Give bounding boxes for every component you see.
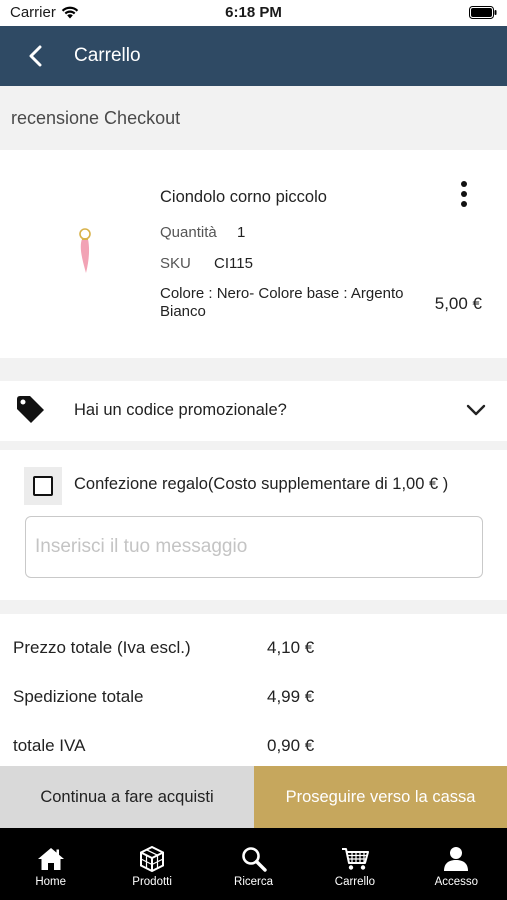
product-variant: Colore : Nero- Colore base : Argento Bia… bbox=[160, 285, 404, 320]
total-row: totale IVA 0,90 € bbox=[0, 736, 507, 766]
status-bar: Carrier 6:18 PM bbox=[0, 0, 507, 26]
chevron-left-icon bbox=[29, 45, 42, 67]
gift-wrap-section: Confezione regalo(Costo supplementare di… bbox=[0, 450, 507, 600]
back-button[interactable] bbox=[0, 26, 74, 86]
tab-bar: Home Prodotti Ricerca Carrello Accesso bbox=[0, 828, 507, 900]
tab-label: Accesso bbox=[434, 876, 479, 888]
promo-code-toggle[interactable]: Hai un codice promozionale? bbox=[0, 381, 507, 441]
cart-item: Ciondolo corno piccolo Quantità 1 SKU CI… bbox=[0, 150, 507, 358]
tab-cart[interactable]: Carrello bbox=[304, 828, 405, 900]
total-label: Spedizione totale bbox=[13, 687, 144, 706]
tab-home[interactable]: Home bbox=[0, 828, 101, 900]
tag-icon bbox=[17, 396, 44, 423]
nav-header: Carrello bbox=[0, 26, 507, 86]
home-icon bbox=[37, 848, 64, 870]
action-bar: Continua a fare acquisti Proseguire vers… bbox=[0, 766, 507, 828]
cube-icon bbox=[140, 846, 165, 872]
checkbox-box bbox=[33, 476, 53, 496]
cart-screen: Carrier 6:18 PM Carrello recensione Chec… bbox=[0, 0, 507, 900]
total-label: Prezzo totale (Iva escl.) bbox=[13, 638, 191, 657]
product-price: 5,00 € bbox=[434, 294, 482, 313]
total-label: totale IVA bbox=[13, 736, 86, 755]
tab-login[interactable]: Accesso bbox=[406, 828, 507, 900]
tab-label: Home bbox=[35, 876, 67, 888]
quantity-value: 1 bbox=[237, 224, 246, 241]
product-thumbnail[interactable] bbox=[70, 225, 102, 277]
chevron-down-icon bbox=[466, 404, 486, 416]
checkout-section-title: recensione Checkout bbox=[0, 86, 507, 150]
total-value: 4,10 € bbox=[267, 638, 315, 657]
total-value: 4,99 € bbox=[267, 687, 315, 706]
order-totals: Prezzo totale (Iva escl.) 4,10 € Spedizi… bbox=[0, 614, 507, 768]
tab-label: Prodotti bbox=[132, 876, 172, 888]
tab-label: Carrello bbox=[334, 876, 376, 888]
gift-message-input[interactable] bbox=[25, 516, 483, 578]
page-title: Carrello bbox=[74, 45, 141, 66]
tab-search[interactable]: Ricerca bbox=[203, 828, 304, 900]
gift-wrap-label: Confezione regalo(Costo supplementare di… bbox=[74, 475, 449, 493]
cart-icon bbox=[341, 848, 369, 870]
sku-value: CI115 bbox=[214, 255, 253, 272]
tab-products[interactable]: Prodotti bbox=[101, 828, 202, 900]
total-row: Prezzo totale (Iva escl.) 4,10 € bbox=[0, 638, 507, 668]
total-value: 0,90 € bbox=[267, 736, 315, 755]
user-icon bbox=[444, 847, 469, 871]
more-vertical-icon[interactable] bbox=[454, 178, 474, 210]
battery-icon bbox=[469, 6, 497, 19]
promo-code-label: Hai un codice promozionale? bbox=[74, 401, 287, 419]
proceed-to-checkout-button[interactable]: Proseguire verso la cassa bbox=[254, 766, 507, 828]
gift-wrap-checkbox[interactable] bbox=[24, 467, 62, 505]
quantity-label: Quantità bbox=[160, 224, 217, 241]
continue-shopping-button[interactable]: Continua a fare acquisti bbox=[0, 766, 254, 828]
product-name[interactable]: Ciondolo corno piccolo bbox=[160, 188, 327, 207]
sku-label: SKU bbox=[160, 255, 191, 272]
total-row: Spedizione totale 4,99 € bbox=[0, 687, 507, 717]
status-time: 6:18 PM bbox=[225, 4, 282, 21]
tab-label: Ricerca bbox=[234, 876, 273, 888]
search-icon bbox=[241, 847, 267, 872]
